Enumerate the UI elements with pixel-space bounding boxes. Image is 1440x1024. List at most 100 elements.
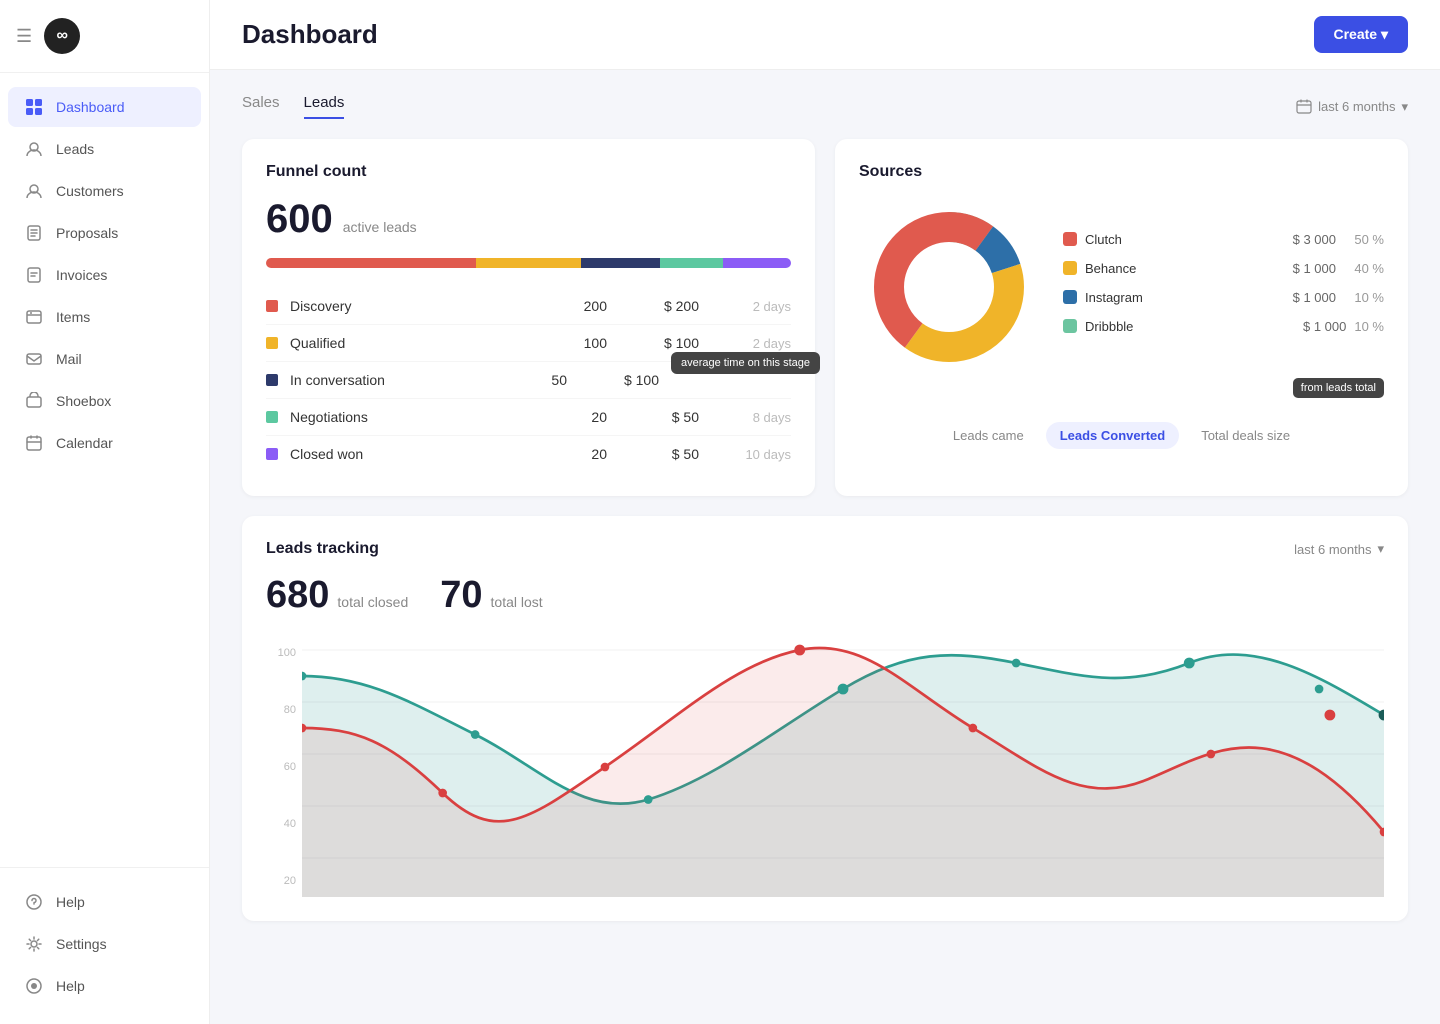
- help2-icon: [24, 976, 44, 996]
- main-content: Dashboard Create ▾ Sales Leads last 6 mo…: [210, 0, 1440, 1024]
- sources-tab-leads_converted[interactable]: Leads Converted: [1046, 422, 1179, 449]
- funnel-row-count: 200: [557, 298, 607, 314]
- dashboard-grid: Funnel count 600 active leads Discovery …: [242, 139, 1408, 921]
- funnel-color-dot: [266, 300, 278, 312]
- sidebar-item-mail[interactable]: Mail: [8, 339, 201, 379]
- leads-icon: [24, 139, 44, 159]
- sidebar-item-leads[interactable]: Leads: [8, 129, 201, 169]
- funnel-row-name: Qualified: [290, 335, 545, 351]
- legend-color-dot: [1063, 261, 1077, 275]
- teal-dot-peak: [838, 684, 849, 695]
- page-title: Dashboard: [242, 19, 378, 50]
- legend-name: Behance: [1085, 261, 1268, 276]
- bar-negotiations: [660, 258, 723, 268]
- legend-row-1: Behance $ 1 000 40 %: [1063, 261, 1384, 276]
- legend-row-0: Clutch $ 3 000 50 %: [1063, 232, 1384, 247]
- legend-pct: 50 %: [1344, 232, 1384, 247]
- sidebar-item-items[interactable]: Items: [8, 297, 201, 337]
- funnel-row-count: 20: [557, 446, 607, 462]
- sidebar-item-label: Leads: [56, 141, 94, 157]
- sidebar-item-label: Calendar: [56, 435, 113, 451]
- chart-svg: [302, 637, 1384, 897]
- sidebar-item-help2[interactable]: Help: [8, 966, 201, 1006]
- tab-leads[interactable]: Leads: [304, 94, 345, 119]
- funnel-row-3: Negotiations 20 $ 50 8 days: [266, 399, 791, 436]
- funnel-bar: [266, 258, 791, 268]
- calendar-filter-icon: [1296, 99, 1312, 115]
- sources-tabs: Leads came Leads Converted Total deals siz…: [859, 422, 1384, 449]
- legend-color-dot: [1063, 232, 1077, 246]
- legend-name: Dribbble: [1085, 319, 1278, 334]
- sidebar-item-settings[interactable]: Settings: [8, 924, 201, 964]
- red-dot-end: [1324, 710, 1335, 721]
- total-closed-stat: 680 total closed: [266, 574, 408, 617]
- date-filter[interactable]: last 6 months ▾: [1296, 99, 1408, 115]
- funnel-row-amount: $ 50: [619, 409, 699, 425]
- donut-chart: [859, 197, 1039, 382]
- sources-title: Sources: [859, 163, 1384, 181]
- calendar-icon: [24, 433, 44, 453]
- funnel-row-amount: $ 50: [619, 446, 699, 462]
- red-dot: [601, 763, 610, 772]
- sidebar-item-label: Help: [56, 894, 85, 910]
- sidebar-item-calendar[interactable]: Calendar: [8, 423, 201, 463]
- sidebar-item-label: Settings: [56, 936, 107, 952]
- teal-dot: [1315, 685, 1324, 694]
- total-lost-label: total lost: [491, 594, 543, 610]
- funnel-color-dot: [266, 411, 278, 423]
- sidebar-item-invoices[interactable]: Invoices: [8, 255, 201, 295]
- leads-chart: 20 40 60 80 100: [266, 637, 1384, 897]
- red-dot: [1207, 750, 1216, 759]
- mail-icon: [24, 349, 44, 369]
- y-label-60: 60: [266, 761, 296, 773]
- y-label-80: 80: [266, 704, 296, 716]
- funnel-row-name: Discovery: [290, 298, 545, 314]
- total-closed-label: total closed: [337, 594, 408, 610]
- teal-dot: [471, 730, 480, 739]
- funnel-row-count: 50: [517, 372, 567, 388]
- sidebar-item-proposals[interactable]: Proposals: [8, 213, 201, 253]
- red-dot: [438, 789, 447, 798]
- total-closed-number: 680: [266, 574, 329, 617]
- funnel-count-row: 600 active leads: [266, 197, 791, 242]
- tracking-title: Leads tracking: [266, 540, 379, 558]
- funnel-number: 600: [266, 197, 333, 242]
- sources-tab-leads_came[interactable]: Leads came: [939, 422, 1038, 449]
- teal-dot-peak2: [1184, 658, 1195, 669]
- chart-y-labels: 20 40 60 80 100: [266, 637, 296, 897]
- funnel-card: Funnel count 600 active leads Discovery …: [242, 139, 815, 496]
- sidebar-item-dashboard[interactable]: Dashboard: [8, 87, 201, 127]
- y-label-100: 100: [266, 647, 296, 659]
- red-dot: [969, 724, 978, 733]
- tabs-bar: Sales Leads last 6 months ▾: [242, 94, 1408, 119]
- bar-closed: [723, 258, 791, 268]
- sidebar-item-shoebox[interactable]: Shoebox: [8, 381, 201, 421]
- bar-qualified: [476, 258, 581, 268]
- tab-sales[interactable]: Sales: [242, 94, 280, 119]
- hamburger-icon[interactable]: ☰: [16, 26, 32, 47]
- sidebar: ☰ ∞ Dashboard Leads: [0, 0, 210, 1024]
- sidebar-item-help[interactable]: Help: [8, 882, 201, 922]
- date-filter-label: last 6 months: [1318, 99, 1395, 114]
- funnel-color-dot: [266, 448, 278, 460]
- sidebar-item-customers[interactable]: Customers: [8, 171, 201, 211]
- total-lost-stat: 70 total lost: [440, 574, 542, 617]
- tracking-date-filter[interactable]: last 6 months ▾: [1294, 541, 1384, 557]
- sources-legend: Clutch $ 3 000 50 % Behance $ 1 000 40 %…: [1063, 232, 1384, 348]
- create-button[interactable]: Create ▾: [1314, 16, 1409, 53]
- funnel-row-count: 20: [557, 409, 607, 425]
- sidebar-item-label: Customers: [56, 183, 124, 199]
- funnel-row-amount: $ 200: [619, 298, 699, 314]
- tracking-header: Leads tracking last 6 months ▾: [266, 540, 1384, 558]
- invoices-icon: [24, 265, 44, 285]
- content-area: Sales Leads last 6 months ▾ Funnel count…: [210, 70, 1440, 1024]
- legend-color-dot: [1063, 319, 1077, 333]
- sources-tab-total_deals[interactable]: Total deals size: [1187, 422, 1304, 449]
- funnel-row-amount: $ 100: [579, 372, 659, 388]
- sidebar-item-label: Dashboard: [56, 99, 125, 115]
- red-dot-peak: [794, 645, 805, 656]
- funnel-row-days: 2 days: [711, 299, 791, 314]
- funnel-row-name: Negotiations: [290, 409, 545, 425]
- legend-amount: $ 1 000: [1276, 261, 1336, 276]
- bar-discovery: [266, 258, 476, 268]
